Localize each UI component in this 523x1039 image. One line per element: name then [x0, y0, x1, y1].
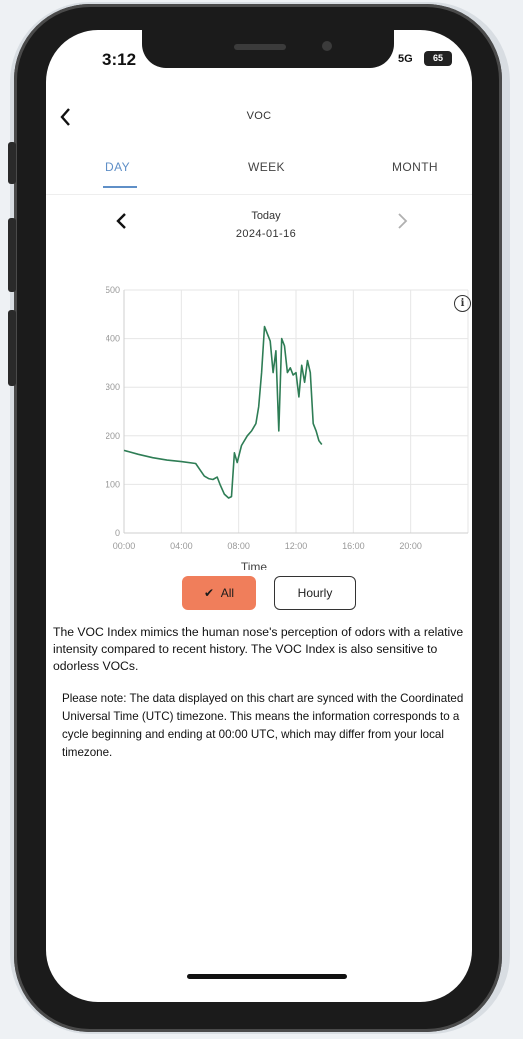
x-tick-label: 04:00 [170, 541, 193, 551]
tab-month[interactable]: MONTH [392, 160, 438, 174]
battery-level: 65 [432, 53, 443, 63]
all-toggle-button[interactable]: ✔ All [182, 576, 256, 610]
voc-description: The VOC Index mimics the human nose's pe… [53, 625, 464, 673]
y-tick-label: 500 [106, 285, 120, 295]
x-tick-label: 16:00 [342, 541, 365, 551]
all-label: All [220, 586, 235, 600]
tab-week[interactable]: WEEK [248, 160, 285, 174]
period-tabs: DAY WEEK MONTH [46, 154, 472, 195]
silent-switch [8, 142, 16, 184]
y-tick-label: 100 [106, 479, 120, 489]
voc-line-chart: 0 100 200 300 400 500 00:00 04:00 08:00 12:00 16:0… [106, 285, 469, 570]
date-value: 2024-01-16 [235, 228, 297, 240]
voc-series-line [123, 325, 323, 499]
active-tab-underline [103, 186, 137, 188]
home-indicator[interactable] [187, 974, 347, 979]
y-tick-label: 0 [115, 528, 120, 538]
y-tick-label: 300 [106, 382, 120, 392]
volume-down-button [8, 310, 16, 386]
x-tick-label: 08:00 [227, 541, 250, 551]
previous-day-button[interactable] [114, 210, 134, 238]
date-label: Today [251, 210, 281, 222]
y-tick-label: 200 [106, 431, 120, 441]
page-title: VOC [246, 110, 272, 122]
chevron-right-icon [398, 213, 408, 229]
x-axis-title: Time [241, 560, 268, 570]
volume-up-button [8, 218, 16, 292]
x-tick-label: 12:00 [285, 541, 308, 551]
checkmark-icon: ✔ [203, 586, 215, 600]
x-tick-label: 20:00 [399, 541, 422, 551]
y-tick-label: 400 [106, 334, 120, 344]
hourly-toggle-button[interactable]: Hourly [274, 576, 356, 610]
network-indicator: 5G [398, 53, 413, 65]
speaker-grille [234, 44, 286, 50]
info-icon[interactable]: i [454, 295, 471, 312]
front-camera [322, 41, 332, 51]
tab-day[interactable]: DAY [105, 160, 130, 174]
next-day-button[interactable] [396, 210, 416, 238]
app-screen: 3:12 5G 65 VOC DAY WEEK MONTH Today 2024… [46, 30, 472, 1002]
chevron-left-icon [116, 213, 126, 229]
x-tick-label: 00:00 [113, 541, 136, 551]
battery-icon: 65 [424, 51, 452, 66]
notch [142, 30, 394, 68]
status-time: 3:12 [102, 50, 137, 69]
utc-note: Please note: The data displayed on this … [62, 692, 464, 759]
